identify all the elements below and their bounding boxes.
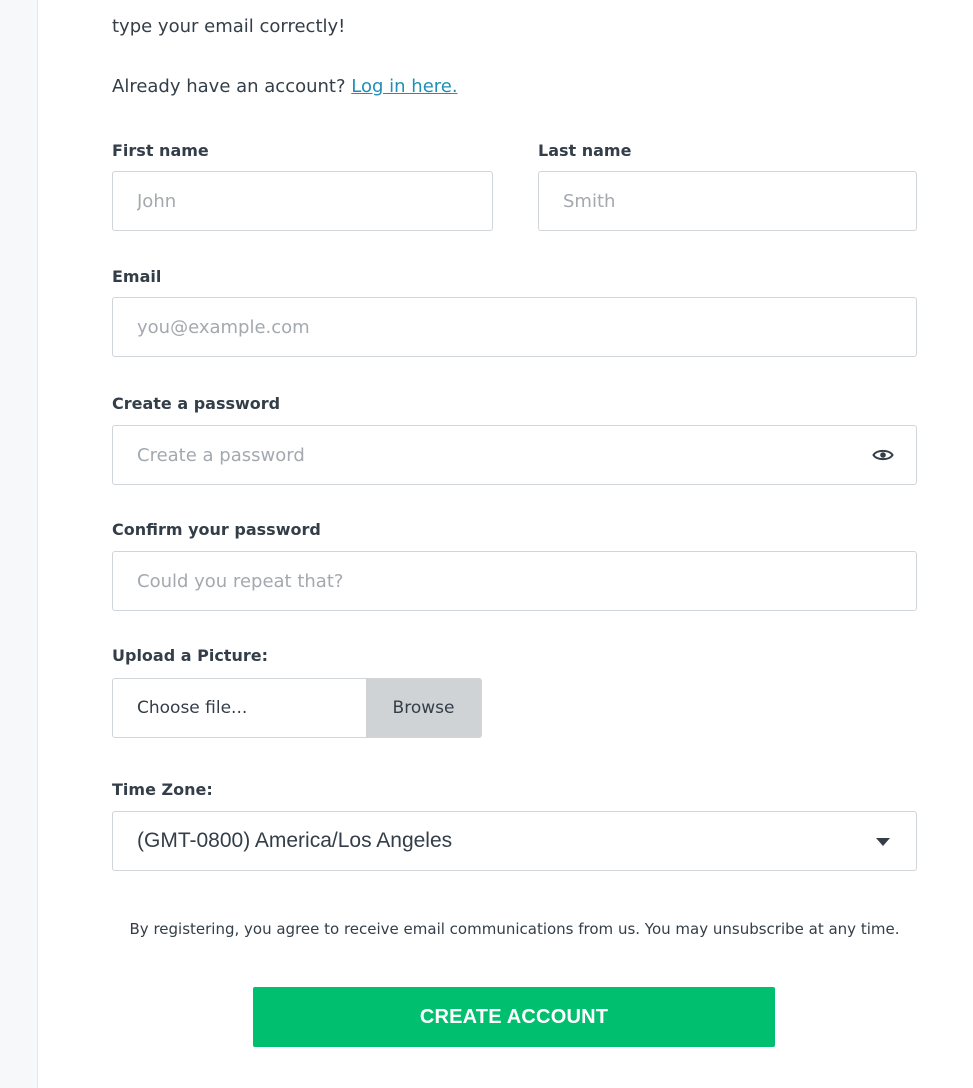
login-prompt: Already have an account? Log in here. [112,76,458,97]
file-upload[interactable]: Choose file... Browse [112,678,482,738]
timezone-label: Time Zone: [112,780,213,799]
file-name-display[interactable]: Choose file... [113,679,366,737]
caret-down-icon [876,838,890,846]
confirm-password-label: Confirm your password [112,520,321,539]
upload-picture-label: Upload a Picture: [112,646,268,665]
login-prompt-text: Already have an account? [112,76,346,97]
email-input[interactable] [112,297,917,357]
login-link[interactable]: Log in here. [351,76,457,97]
password-label: Create a password [112,394,281,413]
eye-icon[interactable] [871,443,895,467]
password-field [112,425,917,485]
timezone-select[interactable]: (GMT-0800) America/Los Angeles [112,811,917,871]
timezone-selected-value: (GMT-0800) America/Los Angeles [137,829,453,852]
terms-text: By registering, you agree to receive ema… [129,920,900,938]
create-account-button[interactable]: CREATE ACCOUNT [253,987,775,1047]
email-label: Email [112,267,162,286]
last-name-label: Last name [538,141,632,160]
browse-button[interactable]: Browse [366,679,481,737]
first-name-label: First name [112,141,209,160]
confirm-password-input[interactable] [112,551,917,611]
first-name-input[interactable] [112,171,493,231]
left-sidebar-edge [0,0,38,1088]
password-input[interactable] [112,425,917,485]
last-name-input[interactable] [538,171,917,231]
intro-text: type your email correctly! [112,16,346,37]
